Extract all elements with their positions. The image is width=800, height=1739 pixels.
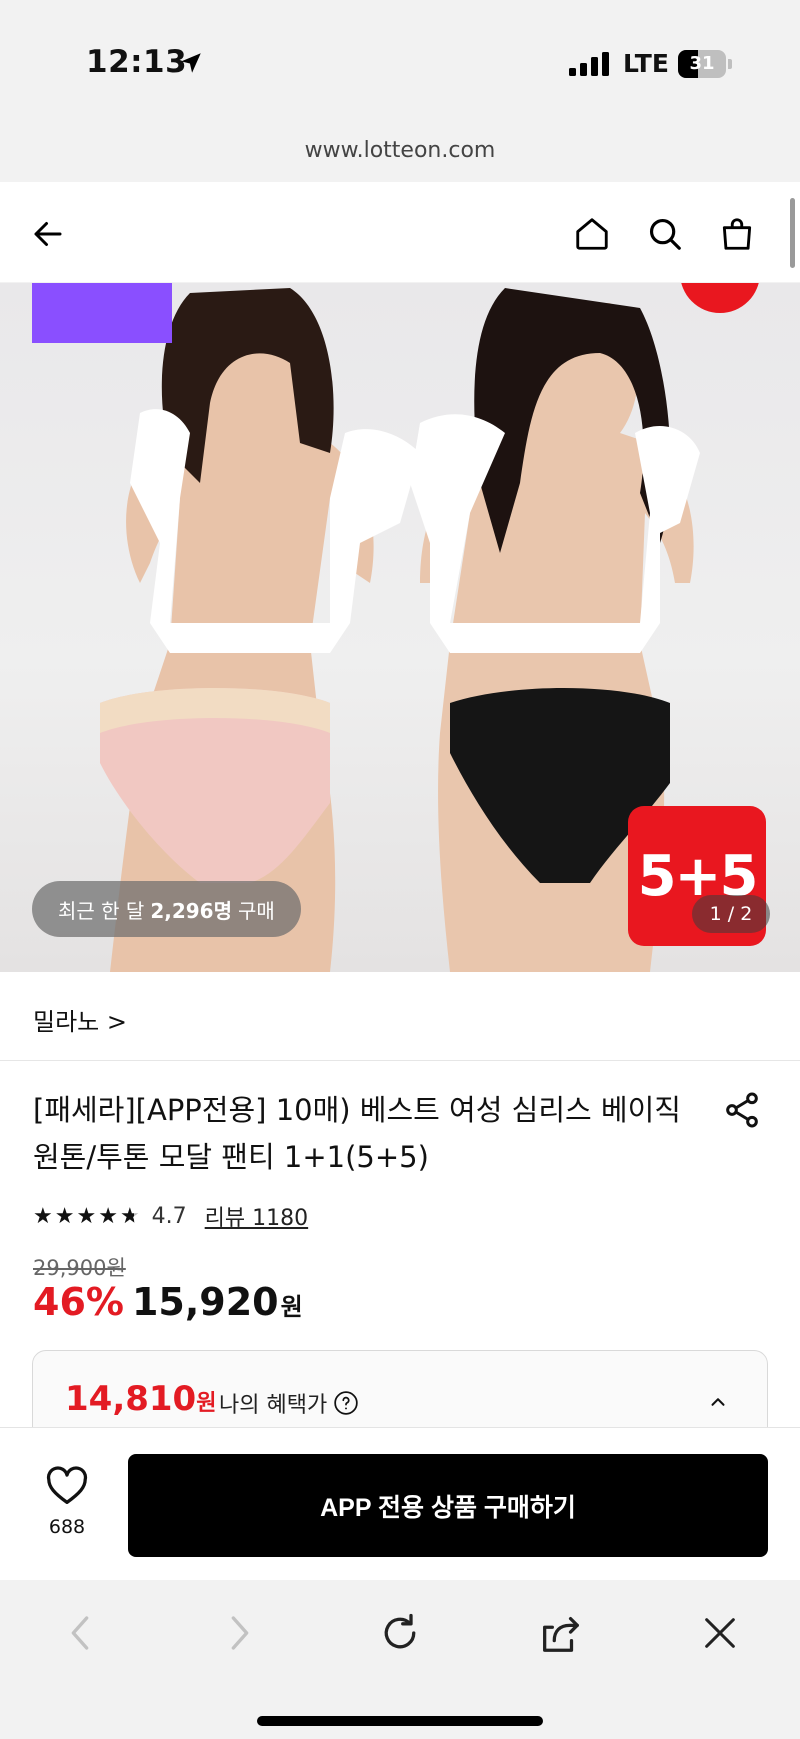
benefit-currency: 원	[196, 1391, 217, 1416]
status-time: 12:13	[86, 44, 188, 80]
reload-icon	[384, 1613, 416, 1649]
search-button[interactable]	[645, 214, 685, 254]
rating-value: 4.7	[151, 1203, 187, 1229]
chevron-up-icon	[711, 1398, 725, 1406]
product-image-carousel[interactable]: 5+5 최근 한 달 2,296명 구매 1 / 2	[0, 283, 800, 972]
status-bar: 12:13 LTE 31 www.lotteon.com	[0, 0, 800, 163]
home-icon	[576, 218, 608, 250]
browser-url[interactable]: www.lotteon.com	[0, 138, 800, 163]
share-icon	[726, 1092, 758, 1128]
product-title: [패세라][APP전용] 10매) 베스트 여성 심리스 베이직 원톤/투톤 모…	[33, 1093, 681, 1174]
search-icon	[649, 218, 681, 250]
event-badge	[32, 283, 172, 343]
home-indicator[interactable]	[257, 1716, 543, 1726]
cart-button[interactable]	[717, 214, 757, 254]
back-arrow-icon	[34, 222, 62, 246]
star-icon: ★	[33, 1203, 53, 1229]
network-type: LTE	[623, 49, 669, 78]
share-button[interactable]	[722, 1090, 762, 1134]
buy-button[interactable]: APP 전용 상품 구매하기	[128, 1454, 768, 1557]
location-arrow-icon	[181, 53, 201, 73]
purchase-bar: 688 APP 전용 상품 구매하기	[0, 1427, 800, 1580]
top-navigation	[0, 182, 800, 282]
star-icon: ★	[54, 1203, 75, 1229]
brand-row[interactable]: 밀라노 >	[0, 972, 800, 1061]
home-button[interactable]	[572, 214, 612, 254]
price-currency: 원	[280, 1293, 303, 1321]
battery-icon: 31	[678, 50, 732, 78]
sale-price: 15,920	[131, 1280, 279, 1324]
heart-icon	[46, 1466, 88, 1504]
browser-forward-button[interactable]	[215, 1608, 265, 1658]
product-info: 밀라노 > [패세라][APP전용] 10매) 베스트 여성 심리스 베이직 원…	[0, 972, 800, 1472]
image-page-counter: 1 / 2	[692, 895, 770, 933]
benefit-label: 나의 혜택가	[219, 1387, 359, 1419]
star-icon: ★	[76, 1203, 97, 1229]
chevron-left-icon	[71, 1616, 89, 1650]
benefit-price-value: 14,810	[65, 1379, 197, 1419]
discount-rate: 46%	[33, 1280, 124, 1324]
browser-back-button[interactable]	[55, 1608, 105, 1658]
recent-purchase-count: 2,296명	[150, 898, 232, 923]
share-box-icon	[543, 1616, 579, 1652]
help-icon[interactable]	[333, 1390, 359, 1416]
reload-button[interactable]	[375, 1608, 425, 1658]
star-icon: ★	[119, 1203, 140, 1229]
close-icon	[705, 1618, 735, 1648]
close-tab-button[interactable]	[695, 1608, 745, 1658]
battery-level: 31	[689, 53, 715, 74]
original-price: 29,900원	[33, 1256, 126, 1280]
benefit-label-text: 나의 혜택가	[219, 1393, 328, 1418]
cellular-signal-icon	[569, 52, 609, 76]
scroll-indicator[interactable]	[790, 198, 795, 268]
collapse-button[interactable]	[707, 1391, 729, 1417]
review-link[interactable]: 리뷰 1180	[205, 1200, 308, 1232]
model-left	[100, 288, 420, 972]
price-row: 46% 15,920 원	[33, 1280, 303, 1324]
star-icon: ★	[98, 1203, 118, 1229]
recent-purchase-pill: 최근 한 달 2,296명 구매	[32, 881, 301, 937]
wishlist-button[interactable]: 688	[36, 1466, 98, 1538]
recent-purchase-suffix: 구매	[238, 898, 275, 923]
brand-link[interactable]: 밀라노 >	[33, 1002, 127, 1037]
rating-row: ★ ★ ★ ★ ★ 4.7 리뷰 1180	[33, 1200, 308, 1232]
shopping-bag-icon	[722, 218, 752, 250]
recent-purchase-prefix: 최근 한 달	[58, 898, 145, 923]
benefit-price: 14,810원	[65, 1379, 216, 1419]
chevron-right-icon	[231, 1616, 249, 1650]
back-button[interactable]	[28, 214, 68, 254]
browser-share-button[interactable]	[535, 1608, 585, 1658]
wishlist-count: 688	[48, 1516, 86, 1538]
